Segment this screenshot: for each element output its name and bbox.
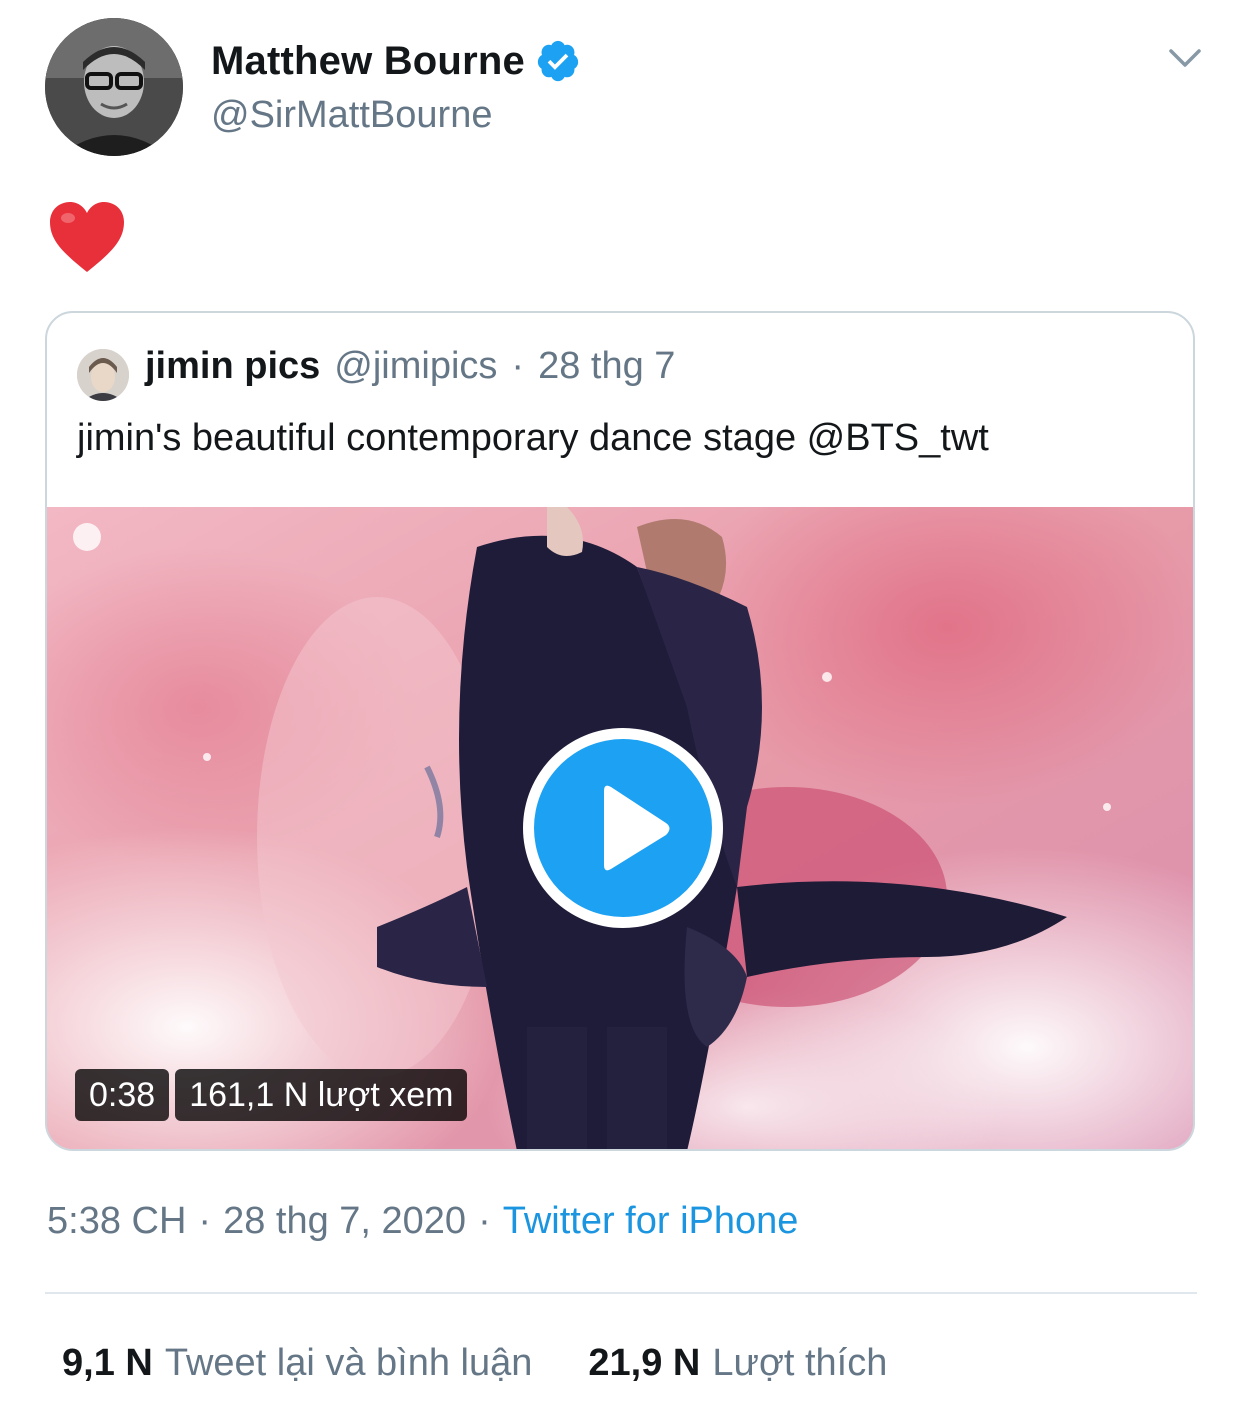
- video-views-badge: 161,1 N lượt xem: [175, 1069, 468, 1121]
- profile-photo-icon: [77, 349, 129, 401]
- quoted-author-name[interactable]: jimin pics: [145, 345, 320, 388]
- author-avatar[interactable]: [45, 18, 183, 156]
- likes-label: Lượt thích: [712, 1342, 888, 1384]
- retweets-count: 9,1 N: [62, 1342, 153, 1384]
- tweet-header: Matthew Bourne @SirMattBourne: [45, 18, 1205, 158]
- tweet-date[interactable]: 28 thg 7, 2020: [223, 1200, 466, 1243]
- play-button[interactable]: [523, 728, 723, 928]
- play-button-circle: [534, 739, 712, 917]
- meta-separator: ·: [478, 1200, 491, 1242]
- retweets-label: Tweet lại và bình luận: [164, 1342, 533, 1384]
- tweet-meta-line: 5:38 CH · 28 thg 7, 2020 · Twitter for i…: [47, 1200, 798, 1243]
- author-name-row: Matthew Bourne: [211, 38, 581, 84]
- quoted-author-handle[interactable]: @jimipics: [334, 345, 497, 388]
- author-handle[interactable]: @SirMattBourne: [211, 94, 492, 137]
- divider: [45, 1292, 1197, 1294]
- quoted-meta-separator: ·: [511, 345, 525, 387]
- engagement-stats: 9,1 N Tweet lại và bình luận 21,9 N Lượt…: [62, 1342, 887, 1385]
- quoted-tweet-text: jimin's beautiful contemporary dance sta…: [77, 417, 989, 459]
- video-duration-badge: 0:38: [75, 1069, 170, 1121]
- video-badges: 0:38 161,1 N lượt xem: [75, 1069, 468, 1121]
- quoted-author-avatar: [77, 349, 129, 401]
- chevron-down-icon[interactable]: [1165, 38, 1205, 78]
- retweets-stat[interactable]: 9,1 N Tweet lại và bình luận: [62, 1342, 532, 1385]
- quoted-tweet-date[interactable]: 28 thg 7: [538, 345, 675, 388]
- verified-badge-icon: [537, 40, 579, 82]
- video-player[interactable]: 0:38 161,1 N lượt xem: [47, 507, 1193, 1149]
- heart-emoji-icon: [50, 202, 124, 272]
- profile-photo-icon: [45, 18, 183, 156]
- likes-stat[interactable]: 21,9 N Lượt thích: [588, 1342, 887, 1385]
- play-icon: [604, 785, 670, 871]
- meta-separator: ·: [198, 1200, 212, 1242]
- quoted-tweet-meta: jimin pics @jimipics · 28 thg 7: [145, 345, 675, 388]
- author-display-name[interactable]: Matthew Bourne: [211, 39, 525, 84]
- tweet-time[interactable]: 5:38 CH: [47, 1200, 186, 1243]
- likes-count: 21,9 N: [588, 1342, 701, 1384]
- tweet-source-link[interactable]: Twitter for iPhone: [503, 1200, 799, 1243]
- quoted-tweet-card[interactable]: jimin pics @jimipics · 28 thg 7 jimin's …: [45, 311, 1195, 1151]
